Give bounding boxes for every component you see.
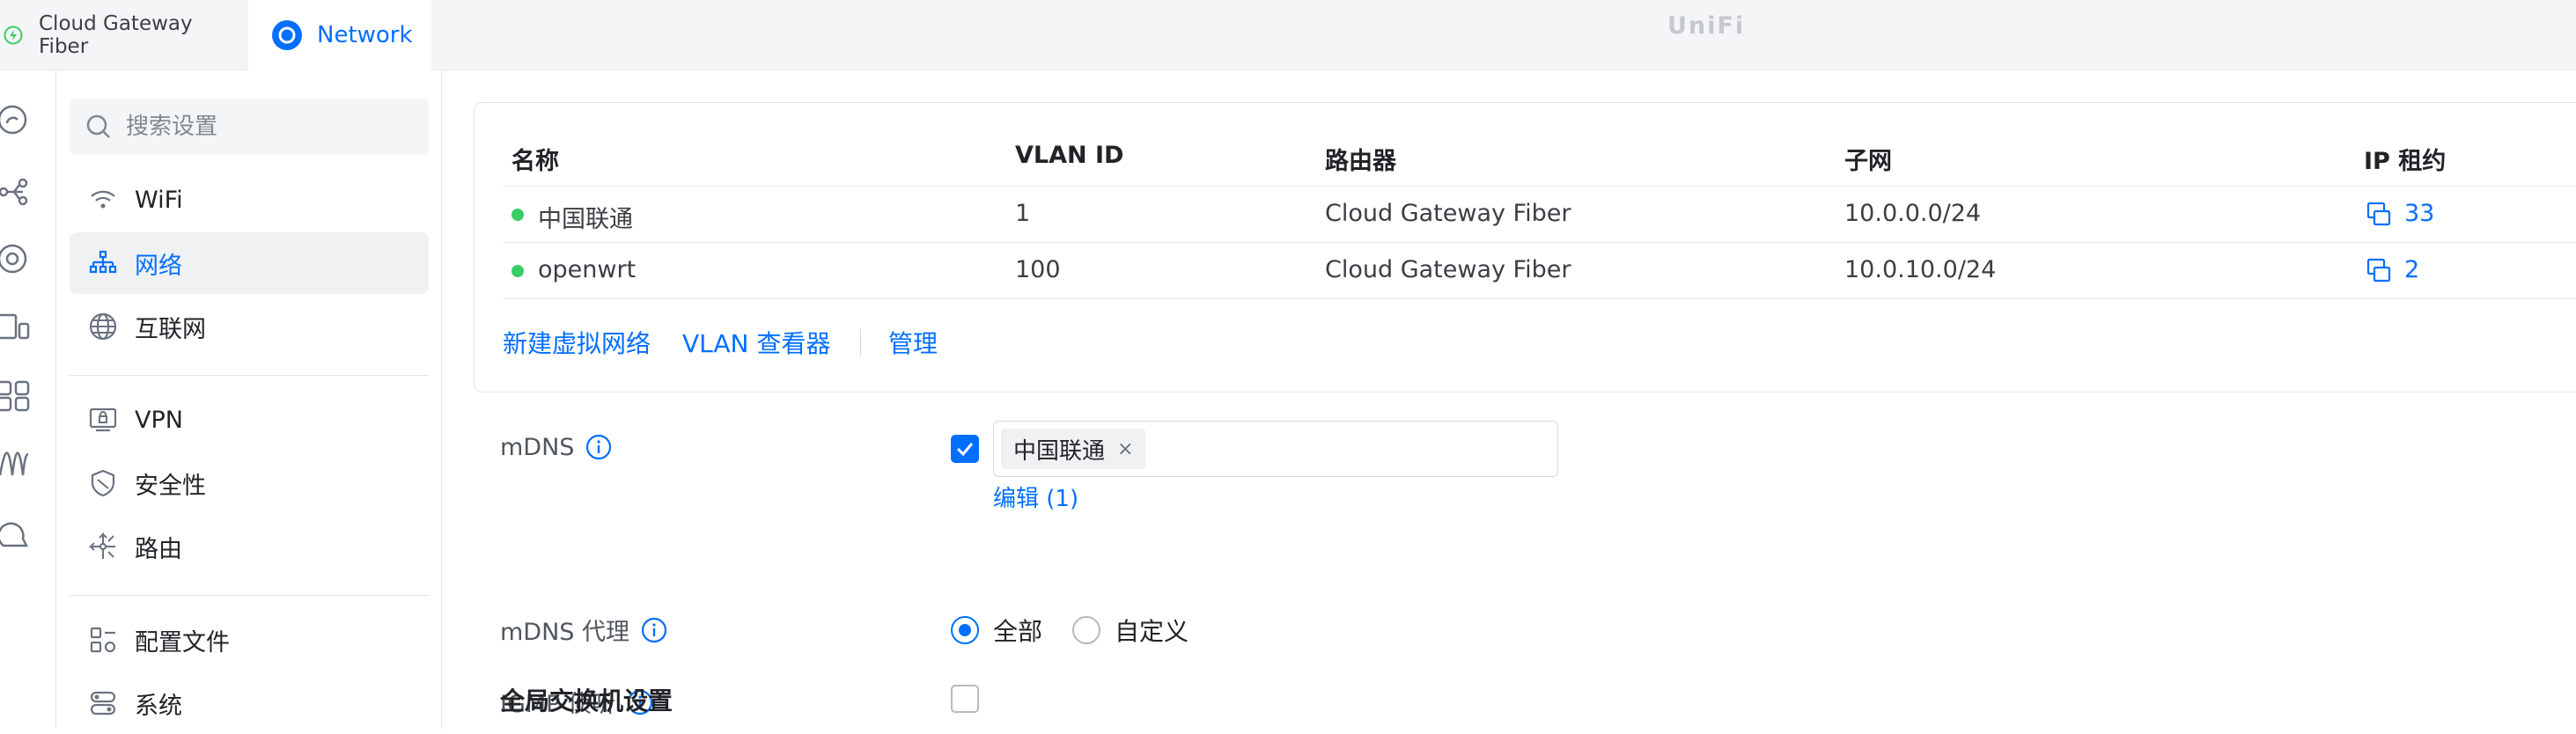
- info-icon[interactable]: [585, 433, 613, 461]
- vlan-id: 1: [1015, 200, 1031, 227]
- info-icon[interactable]: [640, 616, 668, 644]
- main-content: 名称 VLAN ID 路由器 子网 IP 租约 中国联通 1 Cloud Gat…: [442, 70, 2576, 729]
- sidebar-item-system[interactable]: 系统: [70, 672, 429, 734]
- global-switch-settings-title: 全局交换机设置: [500, 686, 673, 716]
- tab-device[interactable]: Cloud Gateway Fiber: [0, 0, 248, 70]
- wifi-icon: [87, 184, 119, 216]
- sidebar-item-label: 安全性: [135, 472, 206, 500]
- system-icon: [87, 687, 119, 719]
- devices-icon[interactable]: [0, 243, 32, 275]
- chip-remove-icon[interactable]: ×: [1117, 438, 1133, 460]
- check-icon: [956, 443, 974, 457]
- column-header-subnet[interactable]: 子网: [1844, 142, 1892, 176]
- create-virtual-network-link[interactable]: 新建虚拟网络: [503, 325, 651, 360]
- sidebar-item-label: 网络: [135, 252, 182, 280]
- network-name[interactable]: 中国联通: [538, 200, 633, 234]
- top-bar: Cloud Gateway Fiber Network UniFi: [0, 0, 2576, 70]
- sidebar-divider: [70, 375, 429, 376]
- vlan-id: 100: [1015, 256, 1061, 283]
- mdns-label-text: mDNS: [500, 433, 575, 461]
- mdns-label: mDNS: [500, 433, 613, 461]
- tab-device-label: Cloud Gateway Fiber: [39, 12, 193, 58]
- sidebar-item-profiles[interactable]: 配置文件: [70, 609, 429, 671]
- manage-link[interactable]: 管理: [888, 325, 938, 360]
- column-header-ip-leases[interactable]: IP 租约: [2364, 142, 2446, 176]
- sidebar-item-label: 配置文件: [135, 628, 230, 657]
- sidebar-item-networks[interactable]: 网络: [70, 232, 429, 294]
- sidebar-item-label: 系统: [135, 692, 182, 720]
- search-icon: [85, 114, 112, 140]
- router: Cloud Gateway Fiber: [1325, 256, 1571, 283]
- mdns-checkbox[interactable]: [951, 435, 979, 463]
- vlan-viewer-link[interactable]: VLAN 查看器: [682, 325, 830, 360]
- network-chip: 中国联通 ×: [1001, 429, 1146, 469]
- row-divider: [503, 186, 2576, 187]
- sidebar-divider: [70, 595, 429, 596]
- mdns-edit-link[interactable]: 编辑 (1): [993, 481, 1078, 513]
- status-dot: [512, 265, 524, 277]
- sidebar-item-label: VPN: [135, 406, 183, 434]
- dashboard-icon[interactable]: [0, 104, 32, 136]
- topology-icon[interactable]: [0, 176, 32, 208]
- settings-sidebar: WiFi 网络 互联网 VPN 安全性 路由 配: [56, 70, 442, 729]
- lease-count: 2: [2404, 256, 2420, 283]
- sidebar-item-security[interactable]: 安全性: [70, 452, 429, 514]
- status-dot: [512, 209, 524, 221]
- subnet: 10.0.0.0/24: [1844, 200, 1982, 227]
- notifications-icon[interactable]: [0, 521, 32, 553]
- networks-card: 名称 VLAN ID 路由器 子网 IP 租约 中国联通 1 Cloud Gat…: [474, 102, 2576, 393]
- tab-network[interactable]: Network: [248, 0, 431, 70]
- search-input[interactable]: [126, 114, 416, 140]
- ip-leases-link[interactable]: 33: [2366, 200, 2434, 227]
- sidebar-item-routing[interactable]: 路由: [70, 516, 429, 577]
- sidebar-item-label: WiFi: [135, 186, 183, 214]
- network-name[interactable]: openwrt: [538, 256, 636, 283]
- apps-icon[interactable]: [0, 380, 32, 412]
- sidebar-item-label: 路由: [135, 535, 182, 563]
- radio-all[interactable]: [951, 616, 979, 644]
- ip-leases-link[interactable]: 2: [2366, 256, 2419, 283]
- network-icon: [87, 247, 119, 279]
- clients-icon[interactable]: [0, 312, 32, 343]
- radio-custom[interactable]: [1072, 616, 1100, 644]
- router: Cloud Gateway Fiber: [1325, 200, 1571, 227]
- row-divider: [503, 298, 2576, 299]
- sidebar-item-wifi[interactable]: WiFi: [70, 169, 429, 231]
- subnet: 10.0.10.0/24: [1844, 256, 1997, 283]
- sidebar-item-internet[interactable]: 互联网: [70, 296, 429, 357]
- column-header-vlan[interactable]: VLAN ID: [1015, 142, 1123, 169]
- shield-icon: [87, 467, 119, 499]
- profiles-icon: [87, 624, 119, 656]
- radio-custom-label[interactable]: 自定义: [1115, 613, 1189, 648]
- tab-network-label: Network: [317, 22, 413, 48]
- radio-all-label[interactable]: 全部: [993, 613, 1042, 648]
- mdns-network-select[interactable]: 中国联通 ×: [993, 421, 1558, 477]
- sidebar-item-label: 互联网: [135, 315, 206, 343]
- igmp-checkbox[interactable]: [951, 685, 979, 713]
- column-header-name[interactable]: 名称: [512, 142, 559, 176]
- row-divider: [503, 242, 2576, 243]
- lease-count: 33: [2404, 200, 2435, 227]
- mdns-proxy-label-text: mDNS 代理: [500, 619, 630, 646]
- devices-list-icon: [2366, 201, 2392, 227]
- bolt-circle-icon: [4, 26, 23, 45]
- app-rail: [0, 70, 56, 729]
- devices-list-icon: [2366, 257, 2392, 283]
- sidebar-item-vpn[interactable]: VPN: [70, 389, 429, 451]
- action-separator: [860, 329, 861, 356]
- network-app-icon: [271, 19, 303, 51]
- search-box[interactable]: [70, 99, 429, 155]
- vpn-icon: [87, 404, 119, 436]
- unifi-logo: UniFi: [1667, 12, 1746, 40]
- routing-icon: [87, 531, 119, 562]
- chip-label: 中国联通: [1013, 437, 1106, 465]
- mdns-proxy-label: mDNS 代理: [500, 613, 668, 647]
- globe-icon: [87, 311, 119, 342]
- insights-icon[interactable]: [0, 449, 32, 481]
- column-header-router[interactable]: 路由器: [1325, 142, 1396, 176]
